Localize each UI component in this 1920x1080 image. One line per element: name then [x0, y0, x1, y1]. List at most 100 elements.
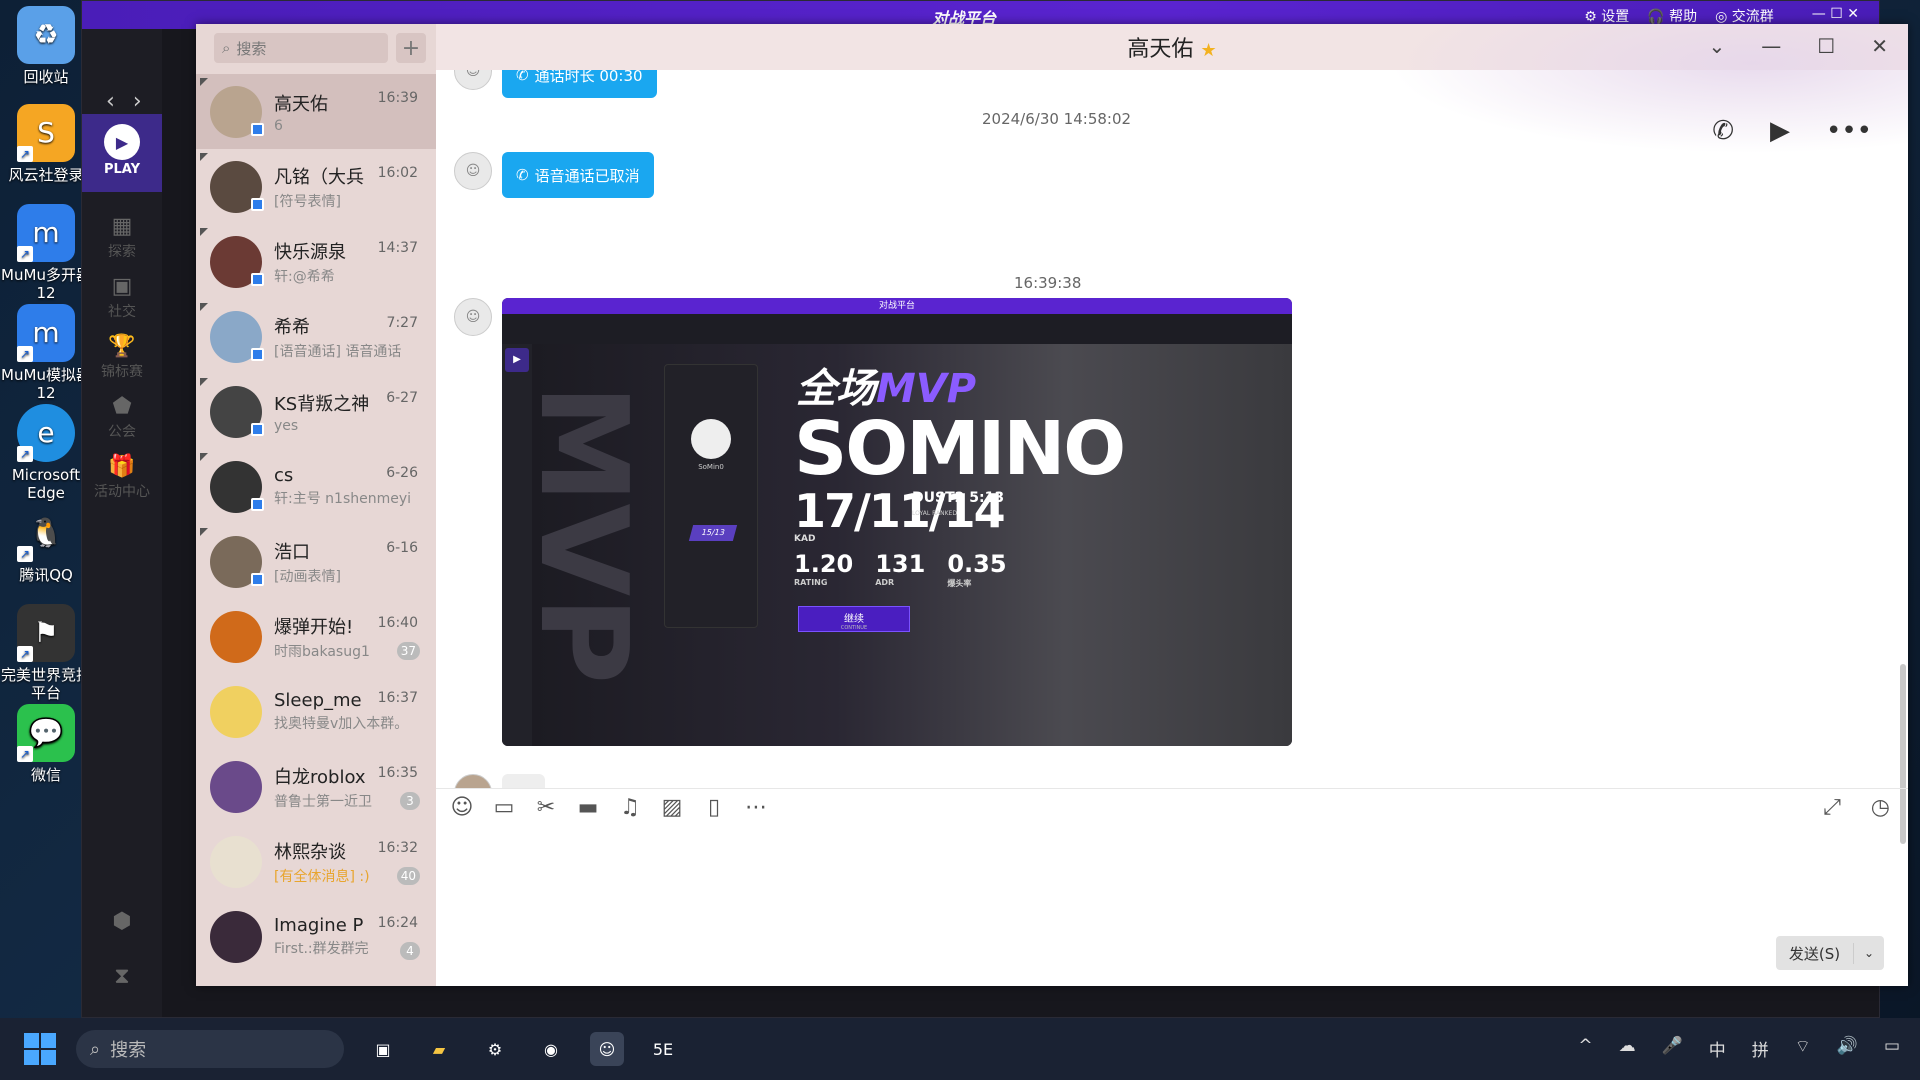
contact-item[interactable]: Sleep_me 找奥特曼v加入本群。 16:37	[196, 674, 436, 749]
mumu-multi-icon: m ↗	[17, 204, 75, 262]
community-link[interactable]: ◎ 交流群	[1715, 6, 1774, 26]
battery-icon[interactable]: ▭	[1884, 1036, 1900, 1061]
gif-icon[interactable]: ▭	[490, 795, 518, 820]
contact-name: 希希	[274, 316, 310, 338]
stats-row: 1.20 RATING 131 ADR 0.35 爆头率	[794, 550, 1007, 589]
screenshot-image-message[interactable]: 对战平台 ▶ MVP SoMin0 15/13 全场MVP SOMINO 17/	[502, 298, 1292, 746]
contact-last-message: 普鲁士第一近卫	[274, 793, 372, 810]
file-explorer-icon[interactable]: ▰	[422, 1032, 456, 1066]
contact-item[interactable]: 爆弹开始! 时雨bakasug1 16:40 37	[196, 599, 436, 674]
contact-item[interactable]: 快乐源泉 轩:@希希 14:37	[196, 224, 436, 299]
contact-time: 6-26	[386, 465, 418, 481]
more-tools-icon[interactable]: ⋯	[742, 795, 770, 820]
nav-explore[interactable]: ▦ 探索	[82, 214, 162, 261]
desktop-icon-mumu-emulator[interactable]: m ↗ MuMu模拟器12	[0, 304, 92, 402]
qq-chat-app-icon[interactable]: ☺	[590, 1032, 624, 1066]
avatar	[210, 835, 262, 888]
contact-time: 16:37	[377, 690, 418, 706]
avatar: ☺	[454, 152, 492, 190]
scissors-icon[interactable]: ✂	[532, 795, 560, 820]
desktop-icon-mumu-multi[interactable]: m ↗ MuMu多开器12	[0, 204, 92, 302]
cloud-icon[interactable]: ☁	[1619, 1036, 1636, 1061]
contact-item[interactable]: Imagine P First.:群发群完 16:24 4	[196, 899, 436, 974]
avatar: ☺	[454, 298, 492, 336]
minimize-icon[interactable]: —	[1812, 6, 1826, 22]
contact-last-message: [有全体消息] :)	[274, 868, 370, 885]
ime-chinese-indicator[interactable]: 中	[1709, 1036, 1726, 1061]
screen-record-icon[interactable]: ▯	[700, 795, 728, 820]
expand-icon[interactable]: ⤢	[1823, 795, 1841, 820]
system-tray: ^ ☁ 🎤 中 拼 ⌔ 🔊 ▭	[1578, 1036, 1900, 1061]
contact-last-message: 时雨bakasug1	[274, 643, 370, 660]
text-message[interactable]: 6	[502, 774, 545, 788]
contact-search-input[interactable]: ⌕ 搜索	[214, 33, 388, 63]
call-cancel-bubble[interactable]: ✆ 语音通话已取消	[502, 152, 654, 198]
back-arrow-icon[interactable]: ‹	[106, 89, 115, 114]
chevron-up-icon[interactable]: ^	[1578, 1036, 1592, 1061]
desktop-icon-wechat[interactable]: 💬 ↗ 微信	[0, 704, 92, 784]
desktop-icon-recycle-bin[interactable]: ♻ 回收站	[0, 6, 92, 86]
desktop-icon-edge[interactable]: e ↗ Microsoft Edge	[0, 404, 92, 502]
taskbar-search[interactable]: ⌕ 搜索	[76, 1030, 344, 1068]
microphone-icon[interactable]: 🎤	[1662, 1036, 1683, 1061]
contact-item[interactable]: 希希 [语音通话] 语音通话 7:27	[196, 299, 436, 374]
message-row: ☺ ✆ 通话时长 00:30	[454, 70, 657, 98]
settings-link[interactable]: ⚙ 设置	[1584, 6, 1629, 26]
shortcut-arrow-icon: ↗	[17, 146, 33, 162]
chevron-down-icon[interactable]: ⌄	[1854, 946, 1884, 960]
contact-item[interactable]: 白龙roblox 普鲁士第一近卫 16:35 3	[196, 749, 436, 824]
pin-icon	[200, 303, 208, 311]
contact-item[interactable]: 高天佑 6 16:39	[196, 74, 436, 149]
settings-gear-icon[interactable]: ⚙	[478, 1032, 512, 1066]
contact-item[interactable]: 林熙杂谈 [有全体消息] :) 16:32 40	[196, 824, 436, 899]
send-button[interactable]: 发送(S) ⌄	[1776, 936, 1884, 970]
contact-item[interactable]: 浩口 [动画表情] 6-16	[196, 524, 436, 599]
close-icon[interactable]: ✕	[1847, 6, 1859, 22]
music-icon[interactable]: ♫	[616, 795, 644, 820]
maximize-icon[interactable]: ☐	[1830, 6, 1843, 22]
windows-start-icon[interactable]	[24, 1033, 56, 1065]
shot-play-icon: ▶	[505, 348, 529, 372]
avatar	[210, 310, 264, 363]
nav-hourglass[interactable]: ⧗	[82, 964, 162, 991]
play-button[interactable]: ▶ PLAY	[82, 114, 162, 192]
unread-badge: 3	[400, 792, 420, 810]
emoji-icon[interactable]: ☺	[448, 795, 476, 820]
chat-header: 高天佑 ★ ⌄ — ☐ ✕	[436, 24, 1908, 154]
image-icon[interactable]: ▨	[658, 795, 686, 820]
collapse-icon[interactable]: ⌄	[1709, 34, 1726, 58]
task-view-icon[interactable]: ▣	[366, 1032, 400, 1066]
nav-tournament[interactable]: 🏆 锦标赛	[82, 334, 162, 381]
contact-last-message: [动画表情]	[274, 568, 341, 585]
help-link[interactable]: 🎧 帮助	[1647, 6, 1697, 26]
avatar: ☺	[454, 70, 492, 90]
desktop-icon-fengyun[interactable]: S ↗ 风云社登录	[0, 104, 92, 184]
minimize-icon[interactable]: —	[1761, 34, 1781, 58]
steam-icon[interactable]: ◉	[534, 1032, 568, 1066]
volume-icon[interactable]: 🔊	[1837, 1036, 1858, 1061]
add-contact-button[interactable]: +	[396, 33, 426, 63]
close-icon[interactable]: ✕	[1871, 34, 1888, 58]
desktop-icon-perfect-world[interactable]: ⚑ ↗ 完美世界竞技平台	[0, 604, 92, 702]
call-bubble[interactable]: ✆ 通话时长 00:30	[502, 70, 657, 98]
folder-icon[interactable]: ▬	[574, 795, 602, 820]
contact-item[interactable]: KS背叛之神 yes 6-27	[196, 374, 436, 449]
device-icon	[251, 422, 264, 436]
contact-last-message: 轩:主号 n1shenmeyi	[274, 491, 412, 507]
contact-item[interactable]: cs 轩:主号 n1shenmeyi 6-26	[196, 449, 436, 524]
ime-pinyin-indicator[interactable]: 拼	[1752, 1036, 1769, 1061]
wifi-icon[interactable]: ⌔	[1795, 1036, 1811, 1061]
stat-headshot: 0.35 爆头率	[947, 550, 1007, 588]
nav-guild[interactable]: ⬟ 公会	[82, 394, 162, 441]
forward-arrow-icon[interactable]: ›	[133, 89, 142, 114]
contact-item[interactable]: 凡铭（大兵 [符号表情] 16:02	[196, 149, 436, 224]
nav-social[interactable]: ▣ 社交	[82, 274, 162, 321]
history-clock-icon[interactable]: ◷	[1871, 795, 1890, 820]
nav-cube[interactable]: ⬢	[82, 909, 162, 936]
device-icon	[251, 572, 264, 586]
maximize-icon[interactable]: ☐	[1817, 34, 1835, 58]
message-input[interactable]: 发送(S) ⌄	[436, 828, 1908, 986]
nav-events[interactable]: 🎁 活动中心	[82, 454, 162, 501]
5e-platform-icon[interactable]: 5E	[646, 1032, 680, 1066]
desktop-icon-qq[interactable]: 🐧 ↗ 腾讯QQ	[0, 504, 92, 584]
